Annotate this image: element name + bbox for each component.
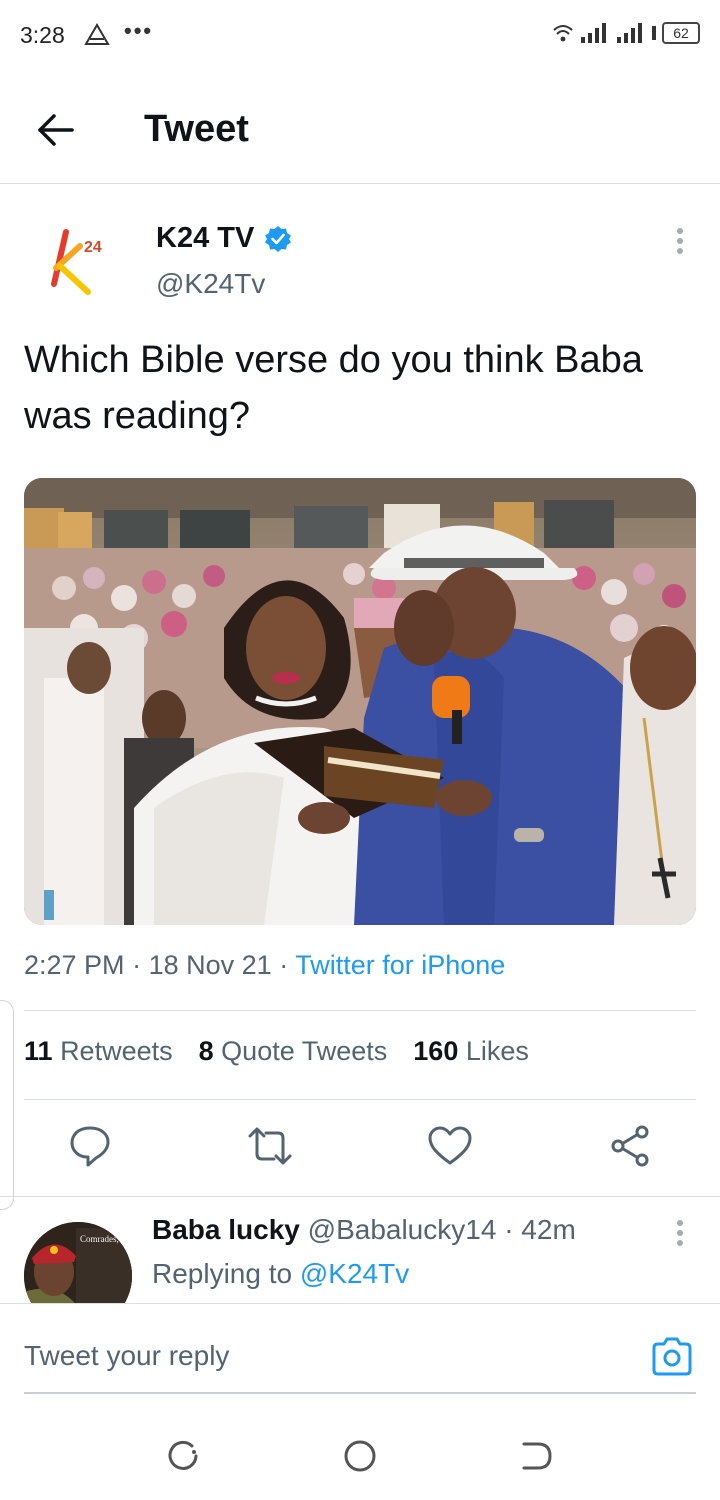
android-nav-bar [0,1410,720,1500]
author-name[interactable]: K24 TV [156,222,254,255]
retweets-label: Retweets [60,1036,173,1066]
reply-avatar-text: Comrades, no true sc revolutio without t… [80,1234,132,1244]
avatar-logo-text: 24 [84,239,102,256]
battery-divider [652,26,656,40]
tweet-time: 2:27 PM [24,950,125,980]
signal-icon [581,23,606,43]
tweet-source-link[interactable]: Twitter for iPhone [295,950,505,980]
replying-to: Replying to @K24Tv [152,1258,409,1290]
warning-triangle-icon [84,23,110,45]
reply-author-handle[interactable]: @Babalucky14 [308,1214,497,1245]
author-avatar[interactable]: 24 [40,222,118,300]
divider [0,1196,720,1197]
replying-to-prefix: Replying to [152,1258,293,1289]
likes-stat[interactable]: 160 Likes [413,1036,529,1067]
edge-panel-handle[interactable] [0,1000,14,1210]
tweet-text: Which Bible verse do you think Baba was … [24,339,643,437]
vertical-dots-icon[interactable] [670,226,690,256]
reply-author-name[interactable]: Baba lucky [152,1214,300,1245]
tweet-meta: 2:27 PM · 18 Nov 21 · Twitter for iPhone [24,950,505,981]
page-title: Tweet [144,108,249,150]
retweet-icon[interactable] [246,1122,294,1170]
tweet-actions [0,1118,720,1178]
meta-separator: · [504,1214,522,1245]
status-bar: 3:28 ••• 62 [0,0,720,72]
reply-compose-bar [0,1303,720,1403]
camera-icon[interactable] [650,1334,694,1378]
heart-icon[interactable] [426,1122,474,1170]
retweets-stat[interactable]: 11 Retweets [24,1036,173,1067]
likes-count: 160 [413,1036,459,1066]
signal-icon-2 [617,23,642,43]
retweets-count: 11 [24,1036,53,1066]
compose-underline [24,1392,696,1394]
recent-apps-icon[interactable] [164,1436,204,1476]
replying-to-mention[interactable]: @K24Tv [300,1258,409,1289]
likes-label: Likes [465,1036,529,1066]
quotes-count: 8 [198,1036,214,1066]
wifi-icon [553,25,573,42]
meta-separator: · [132,950,149,980]
meta-separator: · [279,950,296,980]
tweet-stats: 11 Retweets 8 Quote Tweets 160 Likes [24,1036,529,1067]
tweet-photo-image [24,478,696,925]
reply-header: Baba lucky @Babalucky14 · 42m [152,1214,576,1246]
vertical-dots-icon[interactable] [670,1218,690,1248]
quotes-label: Quote Tweets [221,1036,388,1066]
quotes-stat[interactable]: 8 Quote Tweets [199,1036,388,1067]
reply-input[interactable] [24,1336,584,1376]
header: Tweet [0,72,720,184]
comment-bubble-icon[interactable] [66,1122,114,1170]
tweet-photo[interactable] [24,478,696,925]
notification-dots-icon: ••• [124,18,154,43]
status-time: 3:28 [20,22,65,48]
divider [24,1010,696,1011]
author-name-row: K24 TV [156,222,292,255]
home-icon[interactable] [340,1436,380,1476]
status-right: 62 [552,22,700,44]
reply-age: 42m [521,1214,576,1245]
tweet-date: 18 Nov 21 [148,950,272,980]
verified-badge-icon [265,225,292,252]
arrow-left-icon[interactable] [34,108,78,152]
author-handle[interactable]: @K24Tv [156,268,265,300]
back-nav-icon[interactable] [516,1436,556,1476]
divider [24,1099,696,1100]
battery-icon: 62 [662,22,700,44]
share-icon[interactable] [606,1122,654,1170]
